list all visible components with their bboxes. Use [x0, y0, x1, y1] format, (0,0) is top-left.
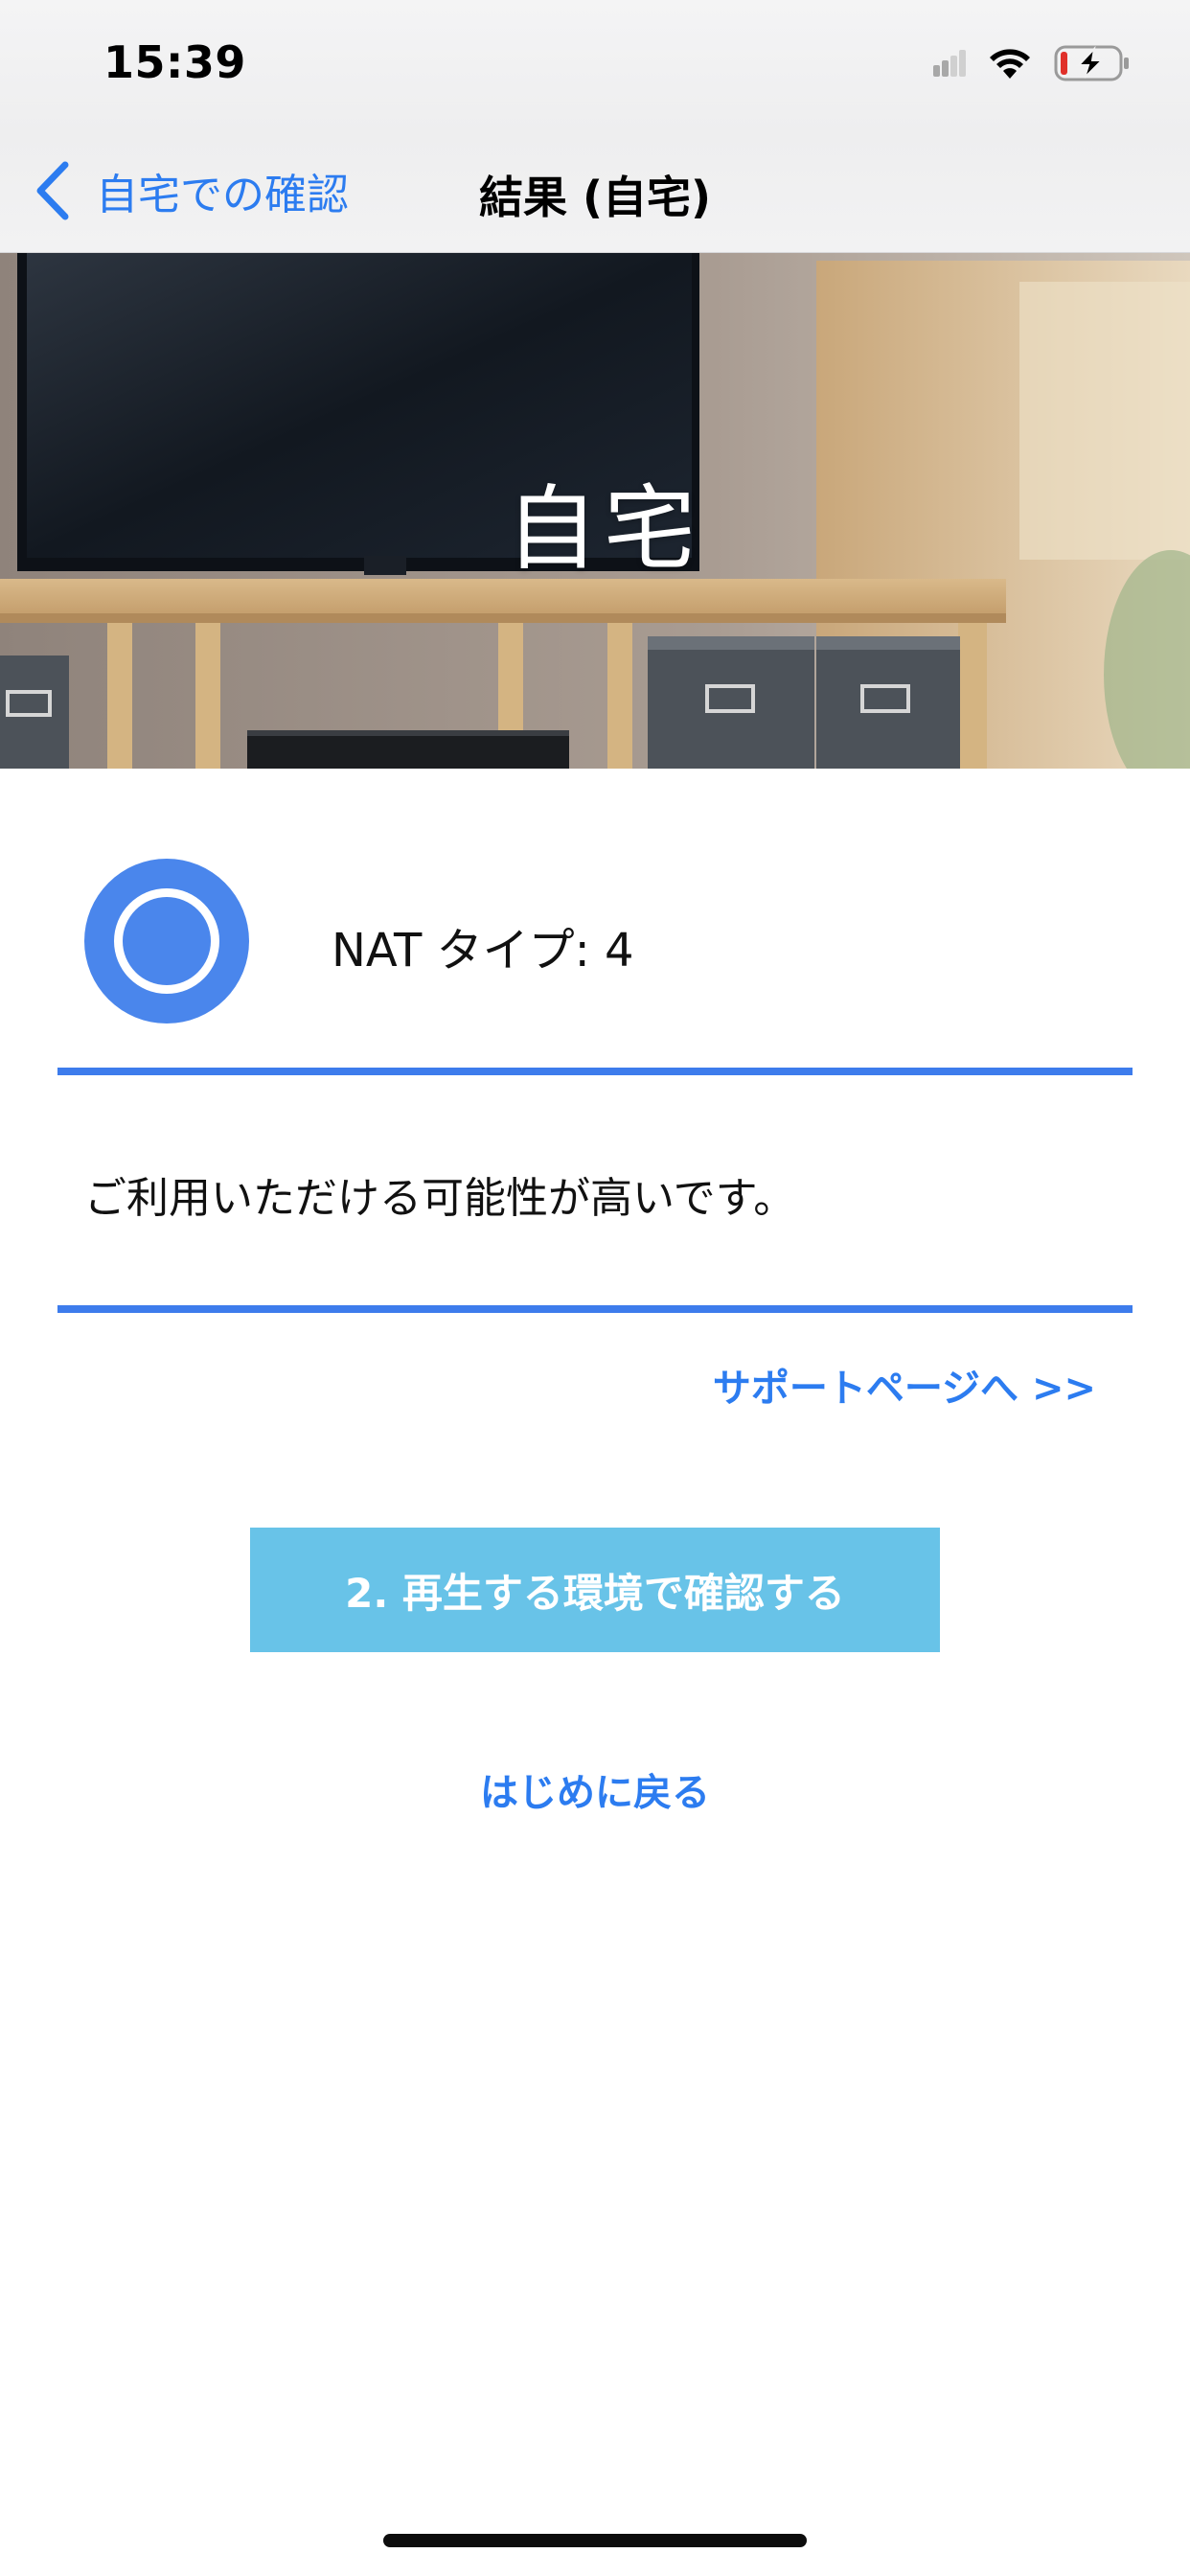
- back-button-label: 自宅での確認: [96, 171, 349, 219]
- status-bar: 15:39: [0, 0, 1190, 134]
- page-title: 結果 (自宅): [479, 172, 712, 223]
- back-button[interactable]: 自宅での確認: [33, 157, 349, 224]
- navigation-bar: 自宅での確認 結果 (自宅): [0, 134, 1190, 253]
- hero-title: 自宅: [506, 475, 701, 583]
- result-divider-bottom: [57, 1305, 1133, 1313]
- check-playback-environment-button[interactable]: 2. 再生する環境で確認する: [250, 1528, 940, 1652]
- chevron-left-icon: [36, 161, 69, 220]
- cellular-signal-icon: [933, 50, 966, 77]
- home-indicator[interactable]: [383, 2534, 807, 2547]
- back-to-start-link[interactable]: はじめに戻る: [0, 1761, 1190, 1817]
- result-message: ご利用いただける可能性が高いです。: [84, 1174, 796, 1223]
- nat-type-label: NAT タイプ: 4: [332, 924, 634, 978]
- double-circle-icon: [84, 859, 249, 1024]
- screen: 15:39 自宅での確認 結果 (自宅) 自宅 NAT タイプ: 4 ご利用いた…: [0, 0, 1190, 2576]
- status-time: 15:39: [103, 36, 246, 88]
- hero-banner: 自宅: [0, 253, 1190, 769]
- battery-charging-icon: [1054, 45, 1129, 81]
- result-divider-top: [57, 1068, 1133, 1075]
- wifi-icon: [990, 49, 1030, 79]
- support-page-link[interactable]: サポートページへ >>: [713, 1357, 1096, 1413]
- status-icons: [933, 42, 1131, 84]
- result-row: NAT タイプ: 4: [0, 859, 1190, 1024]
